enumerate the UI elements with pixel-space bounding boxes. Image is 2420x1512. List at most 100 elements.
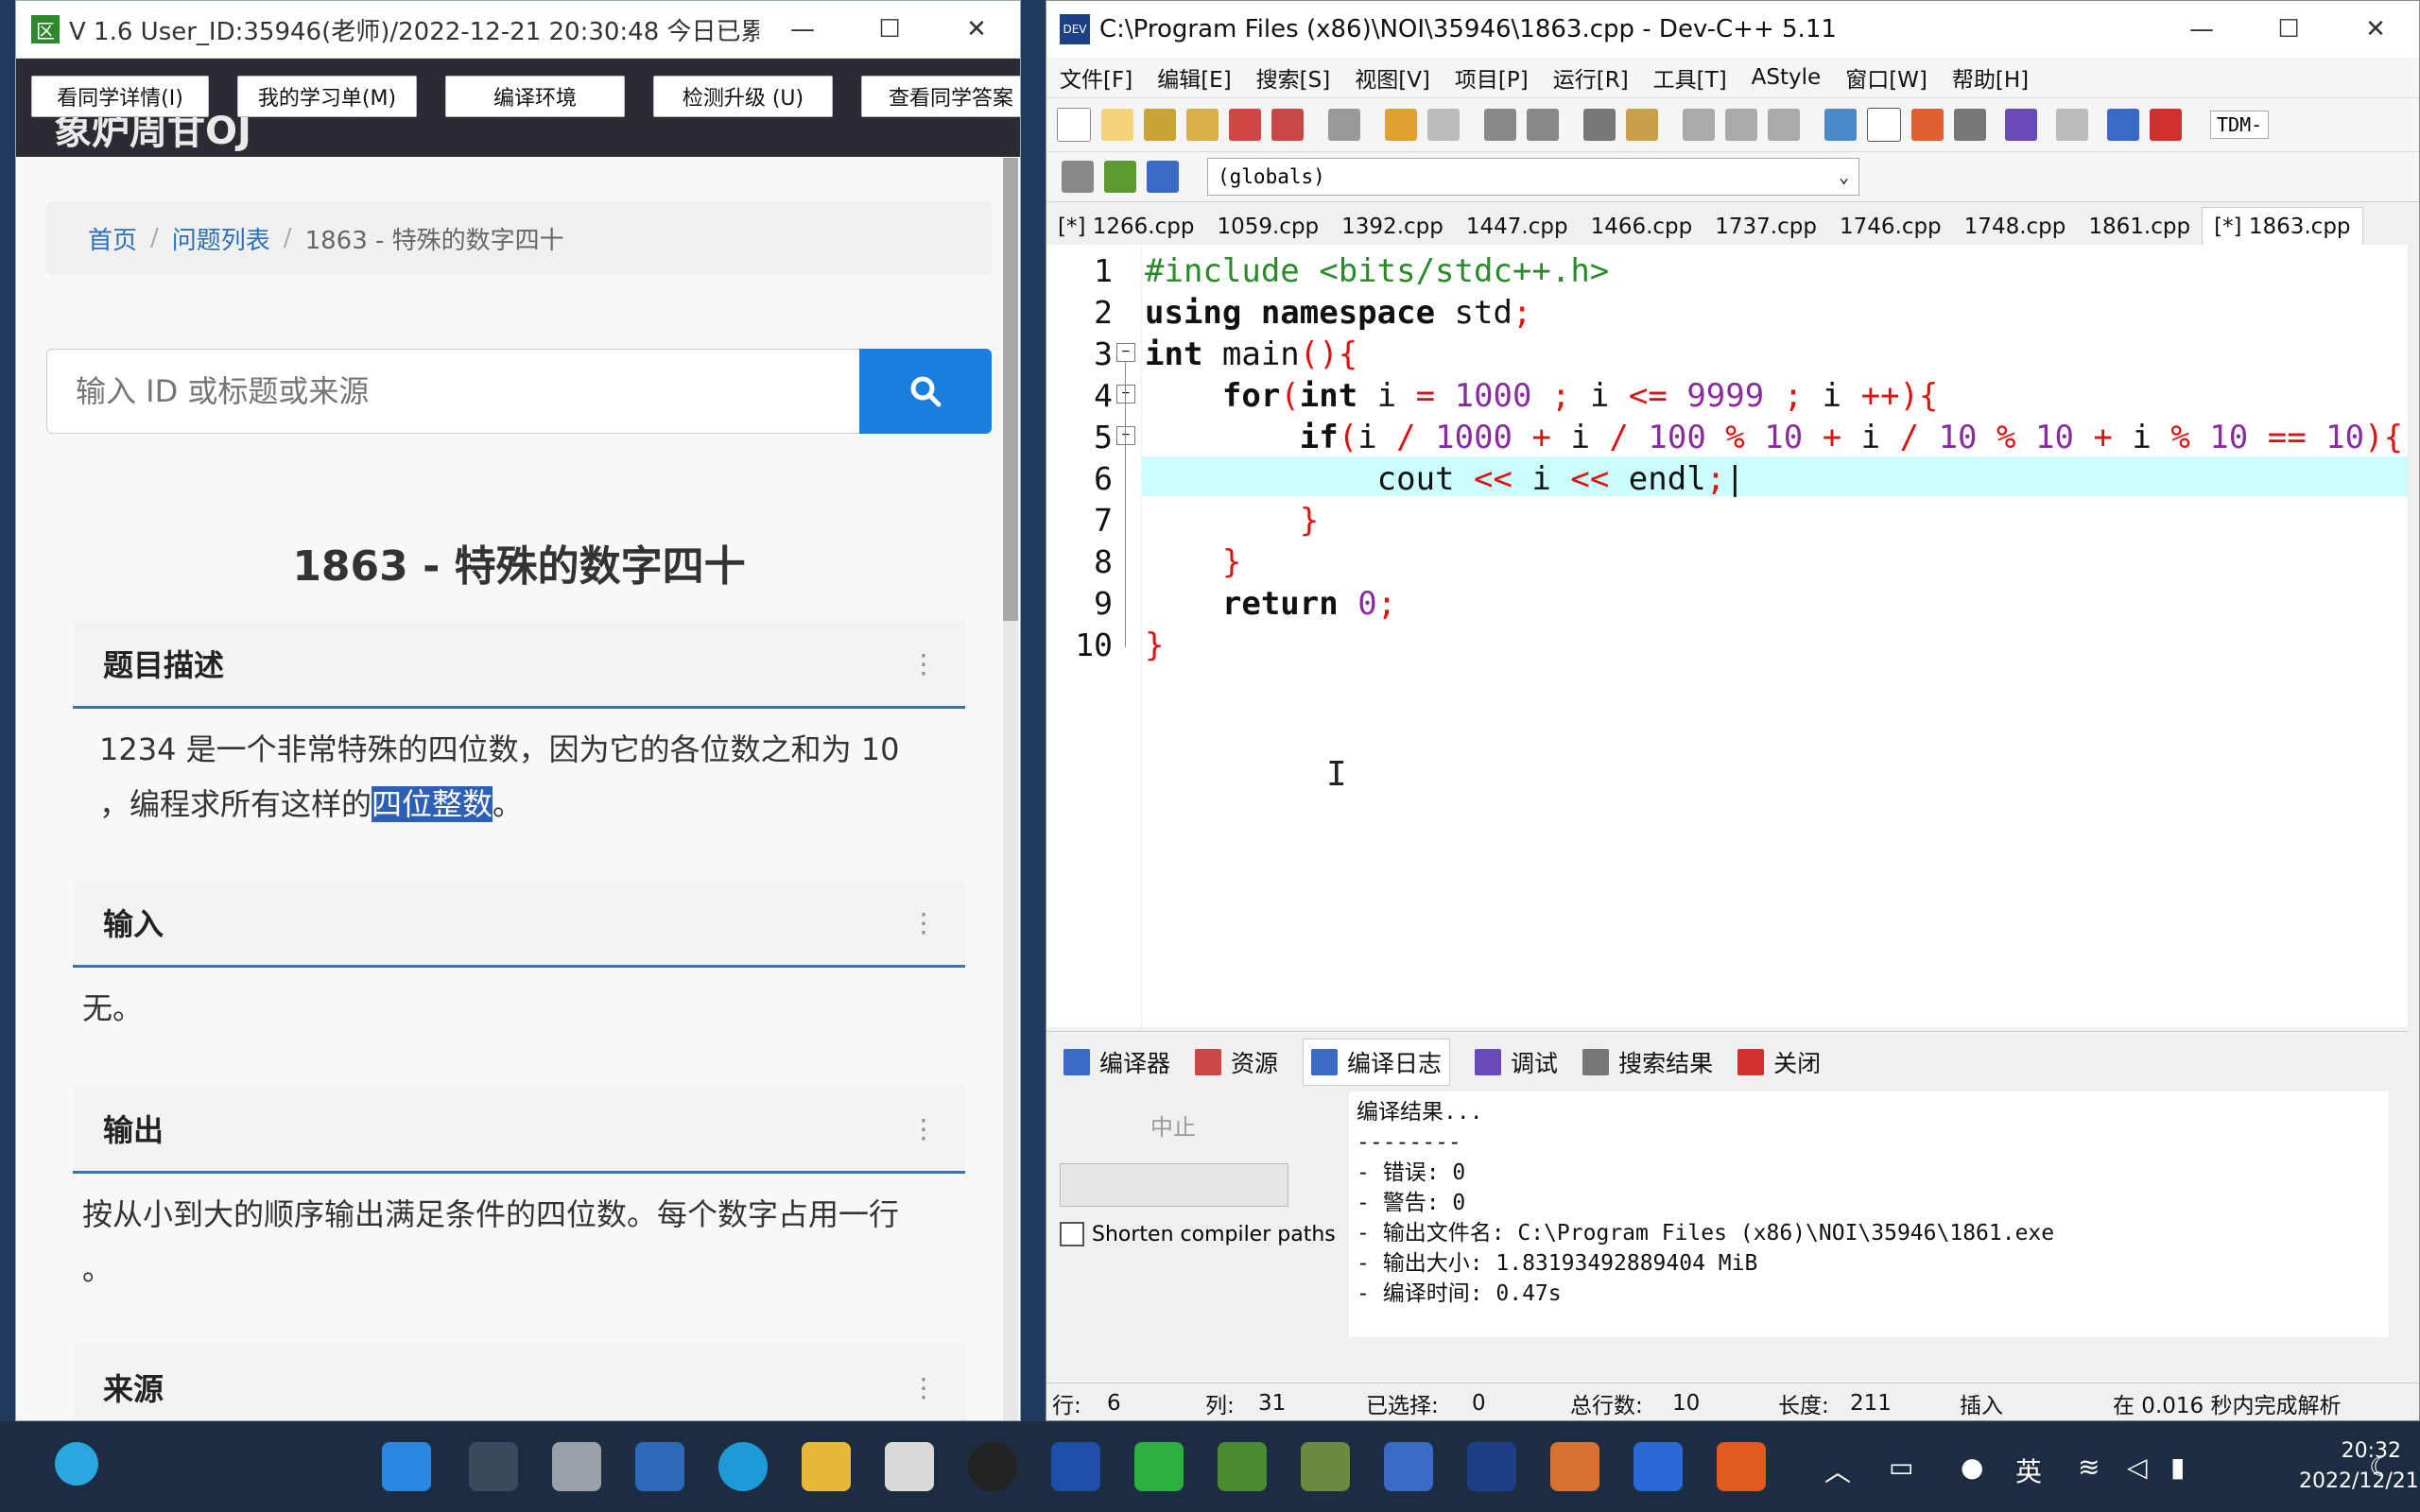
goto-bookmark-icon[interactable] (1147, 161, 1179, 193)
toggle-bookmark-icon[interactable] (1104, 161, 1136, 193)
new-file-icon[interactable] (1057, 108, 1091, 142)
fold-toggle[interactable]: − (1116, 385, 1135, 404)
fold-toggle[interactable]: − (1116, 343, 1135, 362)
search-results-tab[interactable]: 搜索结果 (1582, 1045, 1713, 1079)
compile-icon[interactable] (1824, 109, 1857, 141)
volume-icon[interactable]: ◁ (2127, 1452, 2148, 1483)
undo-icon[interactable] (1385, 109, 1417, 141)
more-icon[interactable]: ⋮ (910, 1372, 937, 1403)
resources-tab[interactable]: 资源 (1195, 1045, 1278, 1079)
view-answers-button[interactable]: 查看同学答案 (861, 76, 1020, 117)
rebuild-icon[interactable] (1954, 109, 1986, 141)
compile-run-icon[interactable] (1911, 109, 1944, 141)
app-icon[interactable] (1634, 1442, 1683, 1491)
task-view-icon[interactable] (552, 1442, 601, 1491)
run-icon[interactable] (1867, 108, 1901, 142)
back-icon[interactable] (1683, 109, 1715, 141)
search-icon[interactable] (469, 1442, 518, 1491)
assistant-icon[interactable] (55, 1442, 98, 1486)
compile-env-button[interactable]: 编译环境 (445, 76, 625, 117)
maximize-icon[interactable]: ☐ (2245, 15, 2332, 43)
compile-log-output[interactable]: 编译结果... -------- - 错误: 0 - 警告: 0 - 输出文件名… (1349, 1091, 2389, 1337)
chevron-up-icon[interactable]: ︿ (1824, 1452, 1851, 1489)
indent-icon[interactable] (1583, 109, 1616, 141)
unindent-icon[interactable] (1626, 109, 1658, 141)
widgets-icon[interactable] (635, 1442, 684, 1491)
forward-icon[interactable] (1725, 109, 1757, 141)
wifi-icon[interactable]: ≋ (2078, 1452, 2100, 1483)
app-icon[interactable] (1384, 1442, 1433, 1491)
search-button[interactable] (859, 349, 992, 434)
more-icon[interactable]: ⋮ (910, 1113, 937, 1144)
fold-toggle[interactable]: − (1116, 426, 1135, 445)
shorten-paths-checkbox[interactable] (1060, 1222, 1084, 1246)
close-icon[interactable]: ✕ (933, 15, 1020, 43)
app-icon[interactable] (1301, 1442, 1350, 1491)
stop-icon[interactable] (2056, 109, 2088, 141)
close-icon[interactable]: ✕ (2332, 15, 2419, 43)
tab-1861[interactable]: 1861.cpp (2077, 208, 2202, 246)
tab-1748[interactable]: 1748.cpp (1953, 208, 2078, 246)
scrollbar[interactable] (1003, 158, 1018, 1420)
compiler-tab[interactable]: 编译器 (1063, 1045, 1170, 1079)
menu-edit[interactable]: 编辑[E] (1157, 61, 1231, 94)
menu-file[interactable]: 文件[F] (1060, 61, 1132, 94)
menu-astyle[interactable]: AStyle (1752, 65, 1822, 90)
battery-icon[interactable]: ▮ (2170, 1452, 2185, 1483)
devcpp-icon[interactable] (1467, 1442, 1516, 1491)
maximize-icon[interactable]: ☐ (846, 15, 933, 43)
tab-1746[interactable]: 1746.cpp (1828, 208, 1953, 246)
tab-1059[interactable]: 1059.cpp (1205, 208, 1330, 246)
menu-view[interactable]: 视图[V] (1355, 61, 1430, 94)
keyboard-icon[interactable]: ▭ (1889, 1452, 1913, 1483)
save-icon[interactable] (1144, 109, 1176, 141)
tab-1266[interactable]: [*] 1266.cpp (1046, 208, 1205, 246)
debug-tab[interactable]: 调试 (1475, 1045, 1558, 1079)
wechat-icon[interactable] (1134, 1442, 1184, 1491)
more-icon[interactable]: ⋮ (910, 907, 937, 938)
microphone-icon[interactable]: ● (1961, 1452, 1983, 1483)
tab-1863[interactable]: [*] 1863.cpp (2202, 207, 2363, 246)
more-icon[interactable]: ⋮ (910, 648, 937, 679)
notifications-icon[interactable]: ☾ (2369, 1452, 2393, 1483)
close-file-icon[interactable] (1229, 109, 1261, 141)
breadcrumb-home-link[interactable]: 首页 (88, 221, 137, 256)
tab-1466[interactable]: 1466.cpp (1580, 208, 1704, 246)
tab-1737[interactable]: 1737.cpp (1703, 208, 1828, 246)
syntax-check-icon[interactable] (2005, 109, 2037, 141)
menu-help[interactable]: 帮助[H] (1952, 61, 2029, 94)
tab-1392[interactable]: 1392.cpp (1330, 208, 1455, 246)
app-icon[interactable] (1717, 1442, 1766, 1491)
debug-icon[interactable] (2150, 109, 2182, 141)
breadcrumb-problem-list-link[interactable]: 问题列表 (172, 221, 270, 256)
open-file-icon[interactable] (1101, 109, 1133, 141)
minimize-icon[interactable]: — (759, 15, 846, 43)
bookmark-icon[interactable] (1768, 109, 1800, 141)
replace-icon[interactable] (1527, 109, 1559, 141)
view-classmate-details-button[interactable]: 看同学详情(I) (31, 76, 209, 117)
save-all-icon[interactable] (1186, 109, 1219, 141)
ime-indicator[interactable]: 英 (2015, 1452, 2042, 1489)
menu-search[interactable]: 搜索[S] (1256, 61, 1331, 94)
find-icon[interactable] (1484, 109, 1516, 141)
redo-icon[interactable] (1427, 109, 1460, 141)
close-panel-tab[interactable]: 关闭 (1737, 1045, 1821, 1079)
menu-project[interactable]: 项目[P] (1455, 61, 1529, 94)
shorten-paths-option[interactable]: Shorten compiler paths (1060, 1222, 1336, 1246)
qq-icon[interactable] (968, 1442, 1017, 1491)
start-icon[interactable] (382, 1442, 431, 1491)
app-icon[interactable] (1051, 1442, 1100, 1491)
minimize-icon[interactable]: — (2158, 15, 2245, 43)
close-all-icon[interactable] (1271, 109, 1304, 141)
check-update-button[interactable]: 检测升级 (U) (653, 76, 833, 117)
app-icon[interactable] (1550, 1442, 1599, 1491)
tab-1447[interactable]: 1447.cpp (1455, 208, 1580, 246)
chart-icon[interactable] (2107, 109, 2139, 141)
app-icon[interactable] (885, 1442, 934, 1491)
menu-window[interactable]: 窗口[W] (1845, 61, 1927, 94)
my-study-list-button[interactable]: 我的学习单(M) (237, 76, 417, 117)
compile-log-tab[interactable]: 编译日志 (1303, 1039, 1451, 1086)
search-input[interactable] (46, 349, 859, 434)
compiler-select[interactable]: TDM- (2210, 111, 2270, 139)
scope-select[interactable]: (globals) ⌄ (1207, 158, 1859, 196)
